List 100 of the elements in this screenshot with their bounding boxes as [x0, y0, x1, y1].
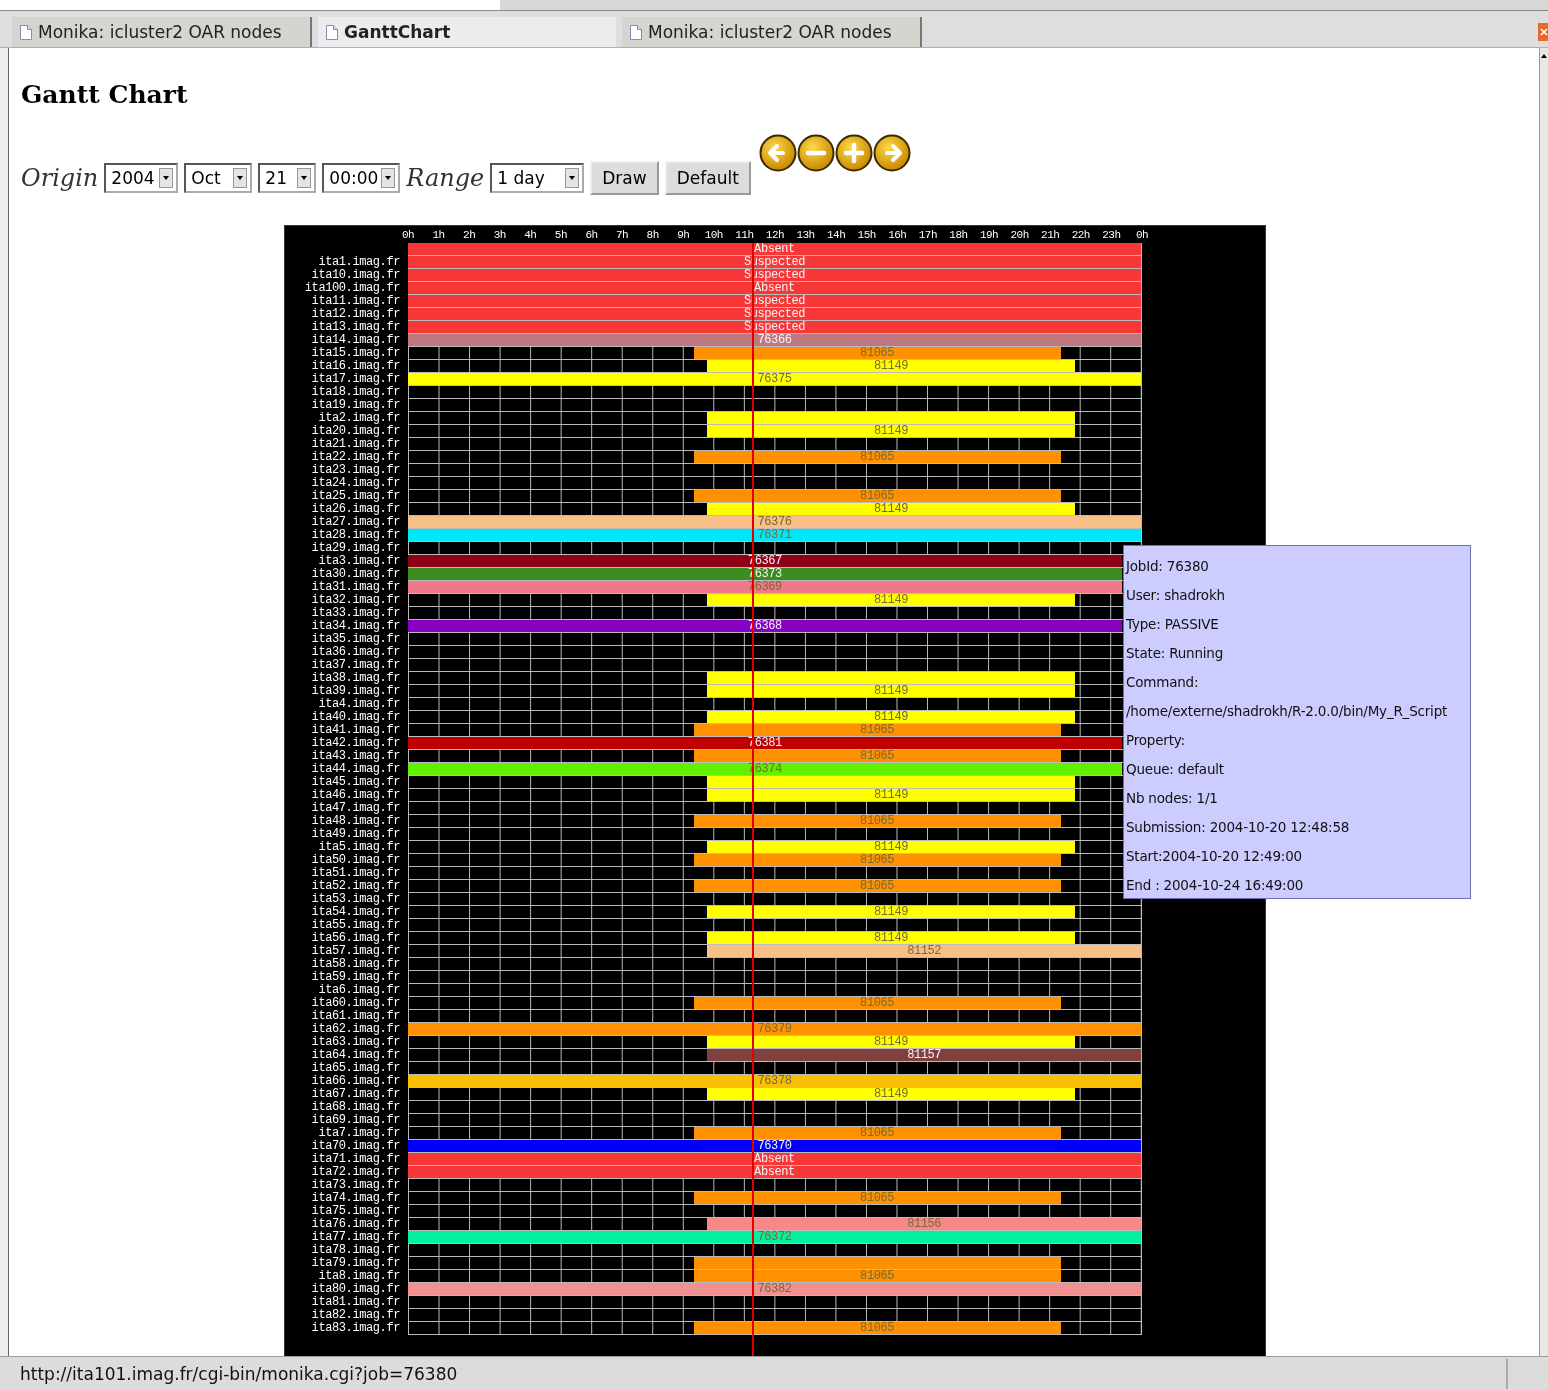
job-bar[interactable]: 81065 — [693, 815, 1061, 827]
job-bar[interactable]: 81065 — [693, 347, 1061, 359]
job-bar[interactable]: 76371 — [408, 529, 1141, 541]
job-bar[interactable]: 81149 — [707, 685, 1075, 697]
hour-label: 15h — [857, 229, 876, 241]
node-label: ita51.imag.fr — [311, 866, 400, 880]
job-bar[interactable]: 81065 — [693, 1322, 1061, 1334]
page-icon — [20, 24, 32, 40]
tooltip-line: Nb nodes: 1/1 — [1126, 789, 1219, 808]
node-label: ita100.imag.fr — [304, 281, 400, 295]
job-bar[interactable]: 81149 — [707, 1036, 1075, 1048]
job-label: 81065 — [860, 1192, 895, 1204]
job-bar[interactable]: 81149 — [707, 425, 1075, 437]
job-label: 76375 — [757, 373, 792, 385]
job-label: 81149 — [874, 932, 908, 944]
job-bar[interactable]: 76366 — [408, 334, 1141, 346]
job-label: Suspected — [743, 256, 806, 268]
job-bar[interactable]: 76382 — [408, 1283, 1141, 1295]
job-bar[interactable]: 81065 — [693, 854, 1061, 866]
status-url: http://ita101.imag.fr/cgi-bin/monika.cgi?job=76380 — [19, 1363, 459, 1384]
arrow-right-icon[interactable] — [872, 134, 911, 172]
dropdown[interactable]: Oct — [184, 163, 253, 193]
job-label: 81065 — [860, 815, 895, 827]
job-bar[interactable]: Absent — [408, 243, 1141, 255]
job-bar[interactable]: Absent — [408, 282, 1141, 294]
node-label: ita24.imag.fr — [311, 476, 400, 490]
job-label: Absent — [754, 243, 795, 255]
job-bar[interactable]: 81152 — [707, 945, 1141, 957]
job-bar[interactable]: 76372 — [408, 1231, 1141, 1243]
job-bar[interactable]: 76370 — [408, 1140, 1141, 1152]
hour-label: 2h — [463, 229, 476, 241]
job-bar[interactable]: 81149 — [707, 932, 1075, 944]
job-bar[interactable]: 81149 — [707, 841, 1075, 853]
node-label: ita10.imag.fr — [311, 268, 400, 282]
dropdown[interactable]: 1 day — [490, 163, 585, 193]
job-label: 81149 — [874, 711, 908, 723]
job-label: 81149 — [874, 906, 908, 918]
job-bar[interactable]: 81149 — [707, 360, 1075, 372]
job-label: 81065 — [860, 1322, 895, 1334]
node-label: ita59.imag.fr — [311, 970, 400, 984]
job-bar[interactable]: Suspected — [408, 308, 1141, 320]
job-label: Absent — [754, 1153, 795, 1165]
job-bar[interactable]: 81065 — [693, 997, 1061, 1009]
job-bar[interactable]: 81156 — [707, 1218, 1141, 1230]
node-label: ita26.imag.fr — [311, 502, 400, 516]
job-bar[interactable]: Suspected — [408, 295, 1141, 307]
hour-label: 19h — [979, 229, 999, 241]
job-bar[interactable]: Absent — [408, 1153, 1141, 1165]
zoom-out-icon[interactable] — [796, 134, 835, 172]
job-bar[interactable]: 81065 — [693, 1192, 1061, 1204]
tooltip-line: Submission: 2004-10-20 12:48:58 — [1126, 818, 1351, 837]
job-bar[interactable]: 76376 — [408, 516, 1141, 528]
job-bar[interactable]: Suspected — [408, 321, 1141, 333]
job-bar[interactable]: 81149 — [707, 1088, 1075, 1100]
arrow-left-icon[interactable] — [758, 134, 797, 172]
node-label: ita80.imag.fr — [311, 1282, 400, 1296]
node-label: ita74.imag.fr — [311, 1191, 400, 1205]
dropdown[interactable]: 21 — [258, 163, 317, 193]
action-button[interactable]: Default — [664, 161, 751, 195]
job-bar[interactable]: 81149 — [707, 711, 1075, 723]
job-bar[interactable]: 76375 — [408, 373, 1141, 385]
job-bar[interactable]: 81065 — [693, 750, 1061, 762]
browser-tab[interactable]: GanttChart — [318, 17, 616, 47]
node-label: ita50.imag.fr — [311, 853, 400, 867]
job-bar[interactable]: 81065 — [693, 1127, 1061, 1139]
job-bar[interactable]: Suspected — [408, 256, 1141, 268]
job-bar[interactable]: Suspected — [408, 269, 1141, 281]
job-bar[interactable]: 81065 — [693, 490, 1061, 502]
job-bar[interactable]: 81065 — [693, 1270, 1061, 1282]
job-bar[interactable]: 81065 — [693, 880, 1061, 892]
job-bar[interactable]: 81065 — [693, 724, 1061, 736]
job-bar[interactable]: 81157 — [707, 1049, 1141, 1061]
job-label: 76382 — [757, 1283, 792, 1295]
browser-tab[interactable]: Monika: icluster2 OAR nodes — [12, 17, 312, 47]
job-bar[interactable]: 76378 — [408, 1075, 1141, 1087]
job-bar[interactable]: 81065 — [693, 451, 1061, 463]
job-bar[interactable]: 76379 — [408, 1023, 1141, 1035]
node-label: ita27.imag.fr — [311, 515, 400, 529]
dropdown[interactable]: 2004 — [104, 163, 179, 193]
node-label: ita63.imag.fr — [311, 1035, 400, 1049]
job-bar[interactable]: 81149 — [707, 906, 1075, 918]
node-label: ita58.imag.fr — [311, 957, 400, 971]
hour-label: 14h — [827, 229, 846, 241]
job-label: 81065 — [860, 724, 895, 736]
action-button[interactable]: Draw — [590, 161, 659, 195]
job-bar[interactable]: 81149 — [707, 594, 1075, 606]
job-bar[interactable]: Absent — [408, 1166, 1141, 1178]
job-label: Suspected — [743, 269, 806, 281]
job-bar[interactable]: 81149 — [707, 503, 1075, 515]
close-icon[interactable] — [1538, 23, 1548, 41]
zoom-in-icon[interactable] — [834, 134, 873, 172]
node-label: ita31.imag.fr — [311, 580, 400, 594]
browser-tab[interactable]: Monika: icluster2 OAR nodes — [622, 17, 922, 47]
job-label: 81065 — [860, 1270, 895, 1282]
node-label: ita16.imag.fr — [311, 359, 400, 373]
dropdown[interactable]: 00:00 — [322, 163, 401, 193]
job-bar[interactable]: 81149 — [707, 789, 1075, 801]
job-label: 81065 — [860, 997, 895, 1009]
scrollbar[interactable] — [1539, 48, 1548, 1356]
node-label: ita64.imag.fr — [311, 1048, 400, 1062]
